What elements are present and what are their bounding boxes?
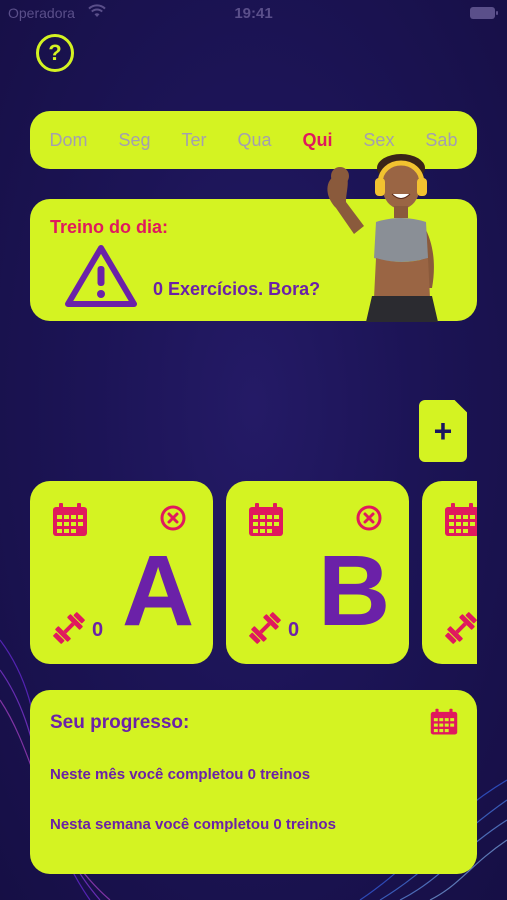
day-tab-ter[interactable]: Ter xyxy=(181,130,206,151)
dumbbell-icon xyxy=(53,612,85,644)
workout-card-c[interactable] xyxy=(422,481,477,664)
clock: 19:41 xyxy=(234,5,273,22)
workout-exercise-count: 0 xyxy=(92,619,104,641)
exercise-count: 0 Exercícios. Bora? xyxy=(153,279,321,299)
close-circle-icon[interactable] xyxy=(160,505,186,531)
fitness-woman-image xyxy=(327,154,438,322)
status-bar: Operadora 19:41 xyxy=(0,0,507,28)
add-document-icon: + xyxy=(433,412,453,449)
dumbbell-icon xyxy=(249,612,281,644)
battery-icon xyxy=(470,7,498,19)
today-workout-title: Treino do dia: xyxy=(50,217,169,237)
dumbbell-icon xyxy=(445,612,477,644)
calendar-icon[interactable] xyxy=(248,503,284,537)
workout-card-b[interactable]: 0 B xyxy=(226,481,409,664)
progress-title: Seu progresso: xyxy=(50,712,190,733)
workout-exercise-count: 0 xyxy=(288,619,300,641)
warning-triangle-icon xyxy=(65,245,137,307)
day-tab-qua[interactable]: Qua xyxy=(237,130,271,151)
close-circle-icon[interactable] xyxy=(356,505,382,531)
workout-letter: A xyxy=(122,535,195,647)
add-workout-button[interactable]: + xyxy=(419,400,467,462)
progress-month-text: Neste mês você completou 0 treinos xyxy=(50,766,311,783)
calendar-icon[interactable] xyxy=(444,503,477,537)
day-tab-seg[interactable]: Seg xyxy=(118,130,150,151)
workout-card-a[interactable]: 0 A xyxy=(30,481,213,664)
calendar-icon[interactable] xyxy=(52,503,88,537)
help-button[interactable]: ? xyxy=(36,34,74,72)
workout-carousel[interactable]: 0 A 0 B xyxy=(30,481,477,664)
progress-week-text: Nesta semana você completou 0 treinos xyxy=(50,816,336,833)
workout-letter: B xyxy=(318,535,391,647)
progress-card: Seu progresso: Neste mês você completou … xyxy=(30,690,477,874)
day-tab-dom[interactable]: Dom xyxy=(49,130,87,151)
calendar-icon[interactable] xyxy=(430,708,458,736)
question-circle-icon: ? xyxy=(48,40,62,65)
